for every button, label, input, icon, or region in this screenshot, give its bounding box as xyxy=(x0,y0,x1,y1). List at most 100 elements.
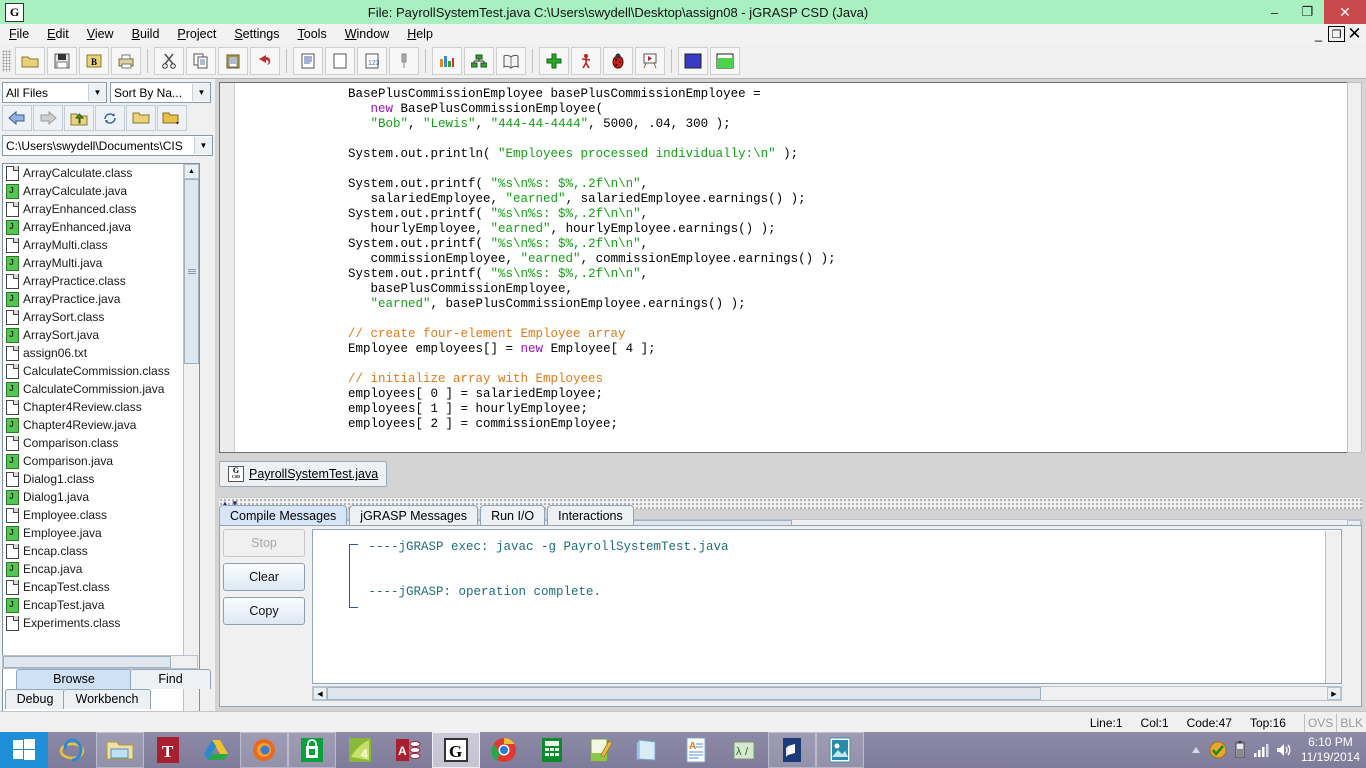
uml-icon[interactable] xyxy=(464,47,494,75)
list-item[interactable]: JArrayMulti.java xyxy=(3,254,199,272)
forward-icon[interactable] xyxy=(33,105,63,131)
print-icon[interactable] xyxy=(111,47,141,75)
list-item[interactable]: Dialog1.class xyxy=(3,470,199,488)
path-combo[interactable]: C:\Users\swydell\Documents\CIS ▼ xyxy=(2,135,213,156)
tab-debug[interactable]: Debug xyxy=(5,689,65,709)
list-item[interactable]: JArrayPractice.java xyxy=(3,290,199,308)
tab-workbench[interactable]: Workbench xyxy=(63,689,151,709)
battery-icon[interactable] xyxy=(1229,732,1251,768)
tab-interactions[interactable]: Interactions xyxy=(547,505,634,526)
book-icon[interactable] xyxy=(496,47,526,75)
back-icon[interactable] xyxy=(2,105,32,131)
nvidia-icon[interactable]: 4 xyxy=(336,732,384,768)
list-item[interactable]: EncapTest.class xyxy=(3,578,199,596)
run-icon[interactable] xyxy=(571,47,601,75)
present-icon[interactable] xyxy=(635,47,665,75)
code-editor[interactable]: BasePlusCommissionEmployee basePlusCommi… xyxy=(219,82,1362,453)
security-icon[interactable] xyxy=(1207,732,1229,768)
output-vscrollbar[interactable] xyxy=(1325,531,1340,684)
up-folder-icon[interactable] xyxy=(64,105,94,131)
save-icon[interactable] xyxy=(47,47,77,75)
file-explorer-icon[interactable] xyxy=(96,732,144,768)
close-icon[interactable]: ✕ xyxy=(1324,0,1366,24)
open-folder-icon[interactable] xyxy=(15,47,45,75)
windows-store-icon[interactable] xyxy=(288,732,336,768)
open-browse-icon[interactable]: B xyxy=(79,47,109,75)
new-csd-file-icon[interactable] xyxy=(293,47,323,75)
tab-jgrasp-messages[interactable]: jGRASP Messages xyxy=(349,505,478,526)
inner-minimize-icon[interactable]: _ xyxy=(1309,25,1328,44)
menu-edit[interactable]: Edit xyxy=(38,26,78,42)
list-item[interactable]: Encap.class xyxy=(3,542,199,560)
debug-icon[interactable] xyxy=(603,47,633,75)
file-list-hscrollbar[interactable] xyxy=(2,655,198,669)
list-item[interactable]: ArrayEnhanced.class xyxy=(3,200,199,218)
inner-restore-icon[interactable]: ❐ xyxy=(1328,26,1345,42)
tab-run-i-o[interactable]: Run I/O xyxy=(480,505,545,526)
menu-build[interactable]: Build xyxy=(123,26,169,42)
blue-book-icon[interactable] xyxy=(768,732,816,768)
file-list-scrollbar[interactable]: ▲ ▼ xyxy=(183,164,199,733)
toolbar-grip[interactable] xyxy=(2,50,11,72)
list-item[interactable]: JChapter4Review.java xyxy=(3,416,199,434)
compile-output[interactable]: ----jGRASP exec: javac -g PayrollSystemT… xyxy=(312,529,1342,684)
minimize-icon[interactable]: – xyxy=(1258,0,1291,24)
editor-vscrollbar[interactable] xyxy=(1347,82,1362,453)
list-item[interactable]: Chapter4Review.class xyxy=(3,398,199,416)
menu-view[interactable]: View xyxy=(78,26,123,42)
new-folder-icon[interactable] xyxy=(126,105,156,131)
menu-settings[interactable]: Settings xyxy=(225,26,288,42)
network-icon[interactable] xyxy=(1251,732,1273,768)
add-icon[interactable] xyxy=(539,47,569,75)
tab-find[interactable]: Find xyxy=(130,669,211,689)
menu-window[interactable]: Window xyxy=(336,26,398,42)
internet-explorer-icon[interactable] xyxy=(48,732,96,768)
lambda-icon[interactable]: λ/ xyxy=(720,732,768,768)
list-item[interactable]: ArrayCalculate.class xyxy=(3,164,199,182)
list-item[interactable]: Employee.class xyxy=(3,506,199,524)
tinkercad-t-icon[interactable]: T xyxy=(144,732,192,768)
chart-icon[interactable] xyxy=(432,47,462,75)
green-square-icon[interactable] xyxy=(710,47,740,75)
list-item[interactable]: JEncapTest.java xyxy=(3,596,199,614)
scrollbar-thumb[interactable] xyxy=(184,179,199,364)
notepad-icon[interactable] xyxy=(624,732,672,768)
list-item[interactable]: JEmployee.java xyxy=(3,524,199,542)
inner-close-icon[interactable]: ✕ xyxy=(1345,25,1364,44)
pin-icon[interactable] xyxy=(389,47,419,75)
list-item[interactable]: JArraySort.java xyxy=(3,326,199,344)
file-list[interactable]: ArrayCalculate.classJArrayCalculate.java… xyxy=(2,163,200,734)
tab-compile-messages[interactable]: Compile Messages xyxy=(219,505,347,526)
list-item[interactable]: JDialog1.java xyxy=(3,488,199,506)
word-doc-icon[interactable]: A xyxy=(672,732,720,768)
access-icon[interactable]: A xyxy=(384,732,432,768)
sort-combo[interactable]: Sort By Na... ▼ xyxy=(110,82,211,103)
new-file-icon[interactable] xyxy=(325,47,355,75)
list-item[interactable]: Comparison.class xyxy=(3,434,199,452)
list-item[interactable]: JCalculateCommission.java xyxy=(3,380,199,398)
list-item[interactable]: CalculateCommission.class xyxy=(3,362,199,380)
list-item[interactable]: ArrayMulti.class xyxy=(3,236,199,254)
menu-project[interactable]: Project xyxy=(168,26,225,42)
list-item[interactable]: JEncap.java xyxy=(3,560,199,578)
firefox-icon[interactable] xyxy=(240,732,288,768)
folder-options-icon[interactable] xyxy=(157,105,187,131)
tab-browse[interactable]: Browse xyxy=(16,669,132,689)
hscrollbar-thumb[interactable] xyxy=(3,656,171,668)
cut-icon[interactable] xyxy=(154,47,184,75)
windows-start-icon[interactable] xyxy=(0,732,48,768)
chrome-icon[interactable] xyxy=(480,732,528,768)
google-drive-icon[interactable] xyxy=(192,732,240,768)
photos-icon[interactable] xyxy=(816,732,864,768)
taskbar-clock[interactable]: 6:10 PM 11/19/2014 xyxy=(1301,735,1360,765)
scroll-right-icon[interactable]: ▶ xyxy=(1327,687,1341,700)
restore-icon[interactable]: ❐ xyxy=(1291,0,1324,24)
menu-file[interactable]: File xyxy=(0,26,38,42)
volume-icon[interactable] xyxy=(1273,732,1295,768)
file-tab-payrollsystemtest[interactable]: GCSD PayrollSystemTest.java xyxy=(219,461,387,487)
scroll-up-icon[interactable]: ▲ xyxy=(184,164,199,179)
clear-button[interactable]: Clear xyxy=(223,563,305,591)
undo-icon[interactable] xyxy=(250,47,280,75)
list-item[interactable]: assign06.txt xyxy=(3,344,199,362)
show-hidden-icon[interactable] xyxy=(1185,732,1207,768)
